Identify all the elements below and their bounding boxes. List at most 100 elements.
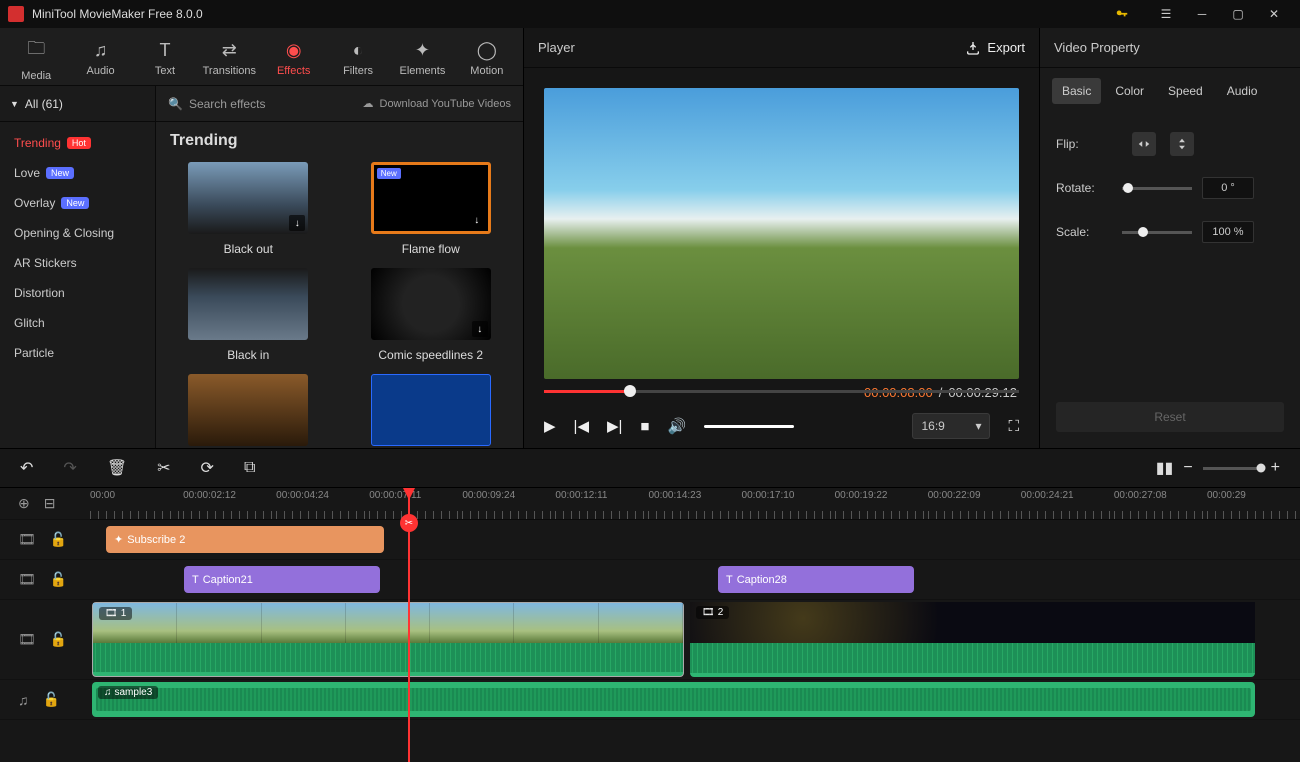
tab-media[interactable]: 🗀Media bbox=[4, 32, 68, 85]
undo-button[interactable]: ↶ bbox=[20, 458, 33, 478]
effect-card-black-out[interactable]: ↓ Black out bbox=[170, 162, 327, 256]
volume-icon[interactable]: 🔊 bbox=[667, 417, 686, 435]
tab-motion[interactable]: ◯Motion bbox=[455, 32, 519, 85]
text-icon: T bbox=[159, 40, 170, 61]
sidebar-item-particle[interactable]: Particle bbox=[0, 338, 155, 368]
export-button[interactable]: Export bbox=[965, 40, 1025, 56]
effects-sidebar: ▼All (61) TrendingHot LoveNew OverlayNew… bbox=[0, 86, 156, 448]
play-button[interactable]: ▶ bbox=[544, 417, 556, 435]
property-title: Video Property bbox=[1054, 40, 1140, 55]
video-preview[interactable] bbox=[544, 88, 1019, 379]
rotate-label: Rotate: bbox=[1056, 181, 1112, 195]
prop-tab-audio[interactable]: Audio bbox=[1217, 78, 1268, 104]
download-youtube-button[interactable]: ☁Download YouTube Videos bbox=[363, 97, 512, 110]
effect-card-extra2[interactable] bbox=[353, 374, 510, 446]
prop-tab-speed[interactable]: Speed bbox=[1158, 78, 1213, 104]
volume-slider[interactable] bbox=[704, 425, 794, 428]
track-audio[interactable]: ♫sample3 bbox=[90, 680, 1300, 720]
film-icon: 🎞 bbox=[105, 608, 118, 619]
add-track-icon[interactable]: ⊕ bbox=[18, 495, 30, 512]
music-icon: ♫ bbox=[104, 687, 112, 698]
tab-transitions[interactable]: ⇄Transitions bbox=[197, 32, 261, 85]
zoom-in-button[interactable]: + bbox=[1271, 459, 1280, 477]
stop-button[interactable]: ■ bbox=[640, 418, 649, 435]
folder-icon: 🗀 bbox=[27, 36, 45, 66]
crop-button[interactable]: ⧉ bbox=[244, 459, 255, 477]
film-icon: 🎞 bbox=[18, 531, 36, 548]
export-icon bbox=[965, 40, 981, 56]
flip-vertical-button[interactable] bbox=[1170, 132, 1194, 156]
zoom-slider[interactable] bbox=[1203, 467, 1261, 470]
lock-icon[interactable]: 🔓 bbox=[43, 691, 60, 708]
search-effects[interactable]: 🔍Search effects bbox=[168, 97, 265, 111]
flip-horizontal-button[interactable] bbox=[1132, 132, 1156, 156]
redo-button[interactable]: ↷ bbox=[63, 458, 76, 478]
tab-text[interactable]: TText bbox=[133, 32, 197, 85]
scale-slider[interactable] bbox=[1122, 231, 1192, 234]
aspect-ratio-select[interactable]: 16:9▾ bbox=[912, 413, 990, 439]
film-icon: 🎞 bbox=[702, 607, 715, 618]
timeline-toolbar: ↶ ↷ 🗑 ✂ ⟳ ⧉ ▮▮ − + bbox=[0, 448, 1300, 488]
prop-tab-color[interactable]: Color bbox=[1105, 78, 1154, 104]
sidebar-item-love[interactable]: LoveNew bbox=[0, 158, 155, 188]
rotate-slider[interactable] bbox=[1122, 187, 1192, 190]
sidebar-item-opening-closing[interactable]: Opening & Closing bbox=[0, 218, 155, 248]
tab-elements[interactable]: ✦Elements bbox=[390, 32, 454, 85]
effect-card-flame-flow[interactable]: New↓ Flame flow bbox=[353, 162, 510, 256]
music-icon: ♫ bbox=[94, 40, 108, 61]
chevron-down-icon: ▼ bbox=[10, 99, 19, 109]
clip-video-2[interactable]: 🎞2 bbox=[690, 602, 1255, 677]
tab-audio[interactable]: ♫Audio bbox=[68, 32, 132, 85]
effect-card-black-in[interactable]: Black in bbox=[170, 268, 327, 362]
rotate-value[interactable]: 0 ° bbox=[1202, 177, 1254, 199]
clip-subscribe[interactable]: ✦Subscribe 2 bbox=[106, 526, 384, 553]
close-button[interactable]: ✕ bbox=[1256, 0, 1292, 28]
sidebar-item-ar-stickers[interactable]: AR Stickers bbox=[0, 248, 155, 278]
tab-effects[interactable]: ◉Effects bbox=[262, 32, 326, 85]
lock-icon[interactable]: 🔓 bbox=[50, 571, 67, 588]
track-text[interactable]: TCaption21 TCaption28 bbox=[90, 560, 1300, 600]
speed-button[interactable]: ⟳ bbox=[201, 458, 214, 478]
motion-icon: ◯ bbox=[477, 40, 497, 61]
sidebar-header[interactable]: ▼All (61) bbox=[0, 86, 155, 122]
fit-button[interactable]: ▮▮ bbox=[1156, 458, 1174, 478]
clip-caption21[interactable]: TCaption21 bbox=[184, 566, 380, 593]
fullscreen-button[interactable]: ⛶ bbox=[1008, 418, 1019, 435]
sidebar-item-overlay[interactable]: OverlayNew bbox=[0, 188, 155, 218]
download-icon[interactable]: ↓ bbox=[289, 215, 305, 231]
scrubber[interactable] bbox=[544, 379, 1019, 403]
clip-audio[interactable]: ♫sample3 bbox=[92, 682, 1255, 717]
key-icon[interactable] bbox=[1104, 0, 1140, 28]
delete-button[interactable]: 🗑 bbox=[107, 458, 127, 478]
download-icon[interactable]: ↓ bbox=[469, 212, 485, 228]
collapse-icon[interactable]: ⊟ bbox=[44, 495, 56, 512]
effect-card-extra1[interactable] bbox=[170, 374, 327, 446]
property-pane: Video Property Basic Color Speed Audio F… bbox=[1040, 28, 1300, 448]
timeline-ruler[interactable]: 00:0000:00:02:1200:00:04:2400:00:07:1100… bbox=[90, 488, 1300, 520]
menu-icon[interactable]: ☰ bbox=[1148, 0, 1184, 28]
lock-icon[interactable]: 🔓 bbox=[50, 531, 67, 548]
film-icon: 🎞 bbox=[18, 571, 36, 588]
split-button[interactable]: ✂ bbox=[157, 458, 170, 478]
zoom-out-button[interactable]: − bbox=[1183, 459, 1192, 477]
maximize-button[interactable]: ▢ bbox=[1220, 0, 1256, 28]
playhead[interactable]: ✂ bbox=[408, 488, 410, 762]
track-element[interactable]: ✦Subscribe 2 bbox=[90, 520, 1300, 560]
download-icon[interactable]: ↓ bbox=[472, 321, 488, 337]
effect-card-comic-speedlines[interactable]: ↓ Comic speedlines 2 bbox=[353, 268, 510, 362]
track-video[interactable]: 🎞1 🎞2 bbox=[90, 600, 1300, 680]
prev-frame-button[interactable]: |◀ bbox=[574, 417, 589, 435]
clip-video-1[interactable]: 🎞1 bbox=[92, 602, 684, 677]
effects-icon: ◉ bbox=[286, 40, 302, 61]
minimize-button[interactable]: ─ bbox=[1184, 0, 1220, 28]
tab-filters[interactable]: ◐Filters bbox=[326, 32, 390, 85]
sidebar-item-distortion[interactable]: Distortion bbox=[0, 278, 155, 308]
prop-tab-basic[interactable]: Basic bbox=[1052, 78, 1101, 104]
scale-value[interactable]: 100 % bbox=[1202, 221, 1254, 243]
sidebar-item-trending[interactable]: TrendingHot bbox=[0, 128, 155, 158]
clip-caption28[interactable]: TCaption28 bbox=[718, 566, 914, 593]
sidebar-item-glitch[interactable]: Glitch bbox=[0, 308, 155, 338]
next-frame-button[interactable]: ▶| bbox=[607, 417, 622, 435]
lock-icon[interactable]: 🔓 bbox=[50, 631, 67, 648]
reset-button[interactable]: Reset bbox=[1056, 402, 1284, 432]
